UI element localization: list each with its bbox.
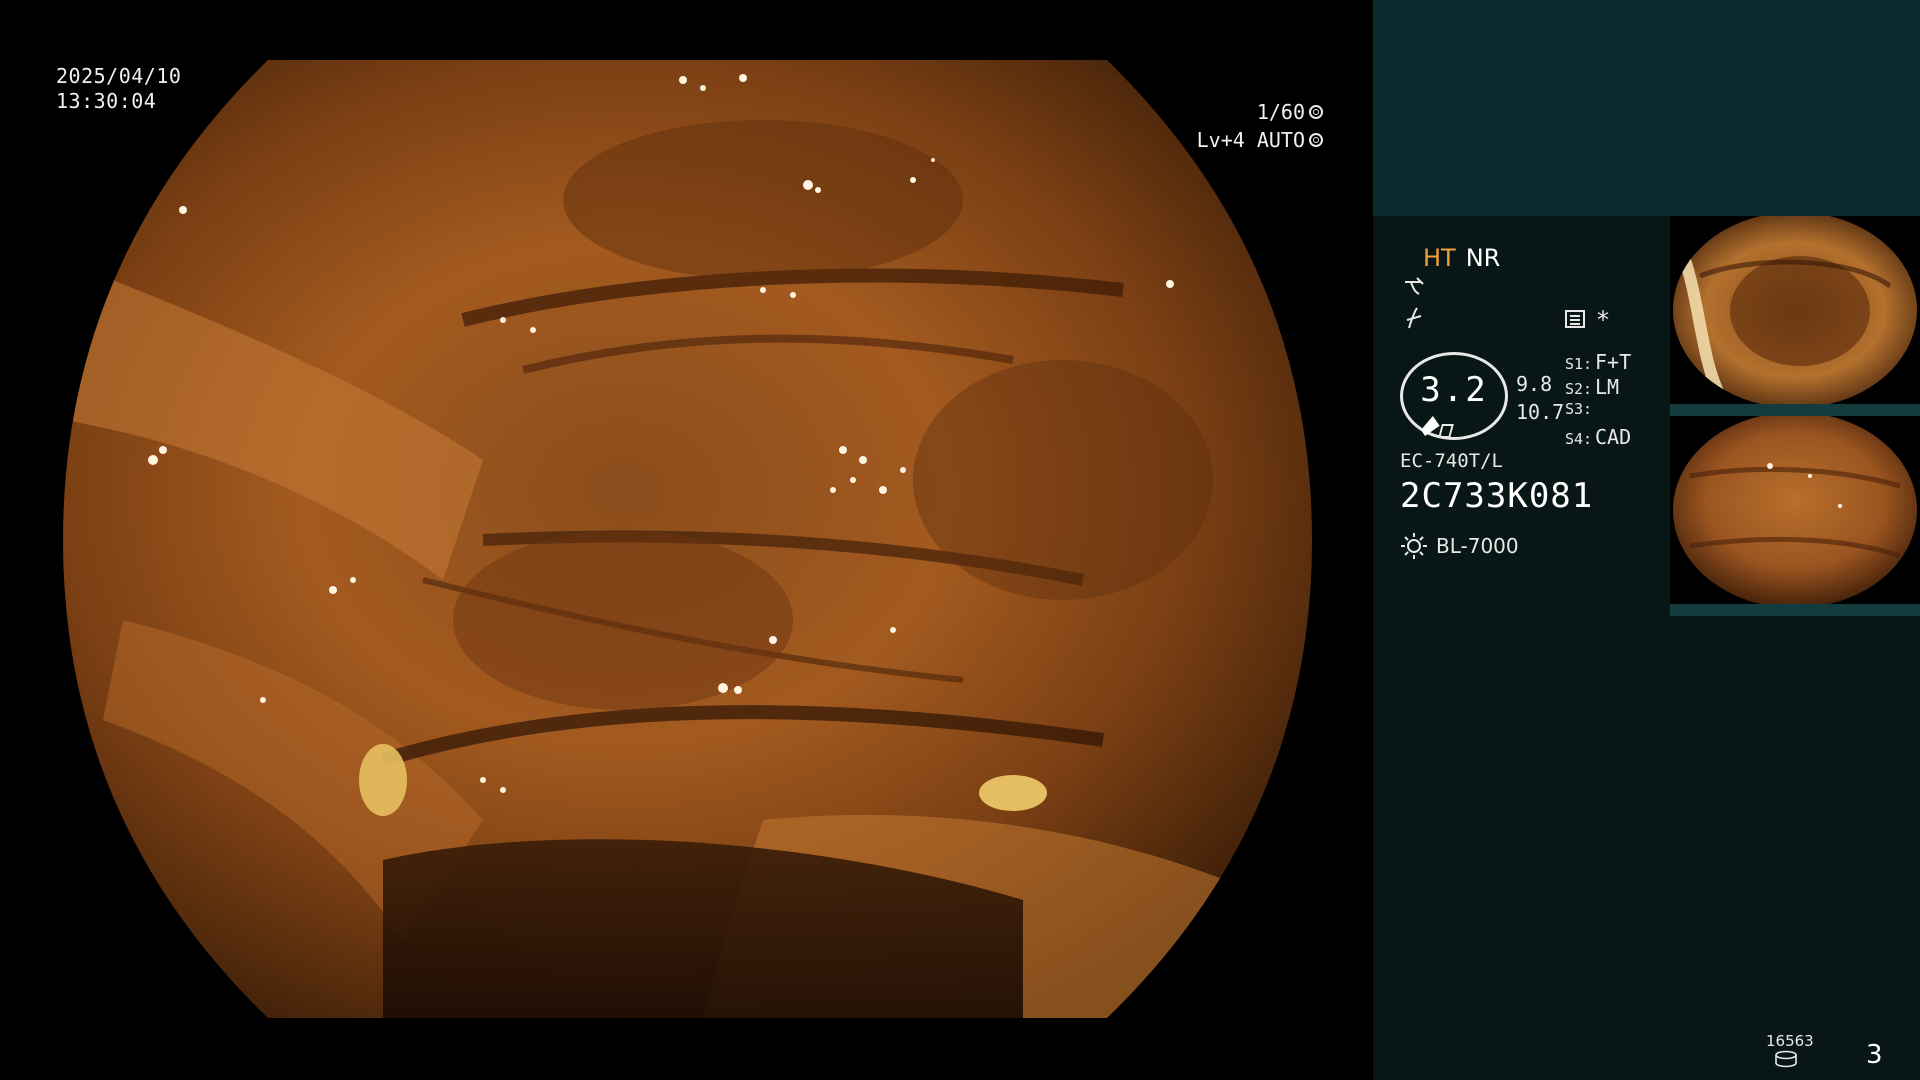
capture-date: 2025/04/10 xyxy=(56,64,182,88)
brightness-level: Lv+4 AUTO xyxy=(1196,128,1305,152)
scope-model: EC-740T/L xyxy=(1400,450,1503,472)
light-source-model: BL-7000 xyxy=(1436,534,1519,558)
switch-key: S4: xyxy=(1565,430,1593,448)
light-source-row: BL-7000 xyxy=(1400,532,1519,560)
switch-value: F+T xyxy=(1595,350,1632,374)
mode-indicators: HT NR xyxy=(1423,244,1500,272)
capture-time: 13:30:04 xyxy=(56,89,157,113)
shutter-mode-icon xyxy=(1309,105,1323,119)
switch-s4: S4: CAD xyxy=(1565,425,1631,449)
thumbnail-1-strip xyxy=(1670,404,1920,416)
switch-key: S1: xyxy=(1565,355,1593,373)
nr-indicator: NR xyxy=(1465,244,1501,272)
switch-s1: S1: F+T xyxy=(1565,350,1631,374)
panel-header-area xyxy=(1373,0,1920,216)
asterisk-indicator: * xyxy=(1597,306,1609,334)
zoom-side-value-bottom: 10.7 xyxy=(1516,400,1565,424)
zoom-side-value-top: 9.8 xyxy=(1516,372,1553,396)
enhancement-icon xyxy=(1403,276,1427,301)
switch-value: CAD xyxy=(1595,425,1632,449)
switch-key: S2: xyxy=(1565,380,1593,398)
capture-thumbnail-1[interactable] xyxy=(1670,216,1920,404)
brightness-readout: Lv+4 AUTO xyxy=(1197,128,1323,152)
shutter-speed: 1/60 xyxy=(1256,100,1305,124)
image-counter: 16563 xyxy=(1766,1032,1814,1050)
capture-thumbnail-2[interactable] xyxy=(1670,416,1920,604)
shutter-readout: 1/60 xyxy=(1257,100,1323,124)
storage-icon xyxy=(1774,1050,1798,1068)
thumbnail-2-strip xyxy=(1670,604,1920,616)
switch-s3: S3: xyxy=(1565,400,1595,418)
scope-serial-number: 2C733K081 xyxy=(1400,476,1594,516)
endoscopy-screen: 2025/04/10 13:30:04 1/60 Lv+4 AUTO HT NR… xyxy=(0,0,1920,1080)
page-number: 3 xyxy=(1866,1040,1883,1070)
switch-s2: S2: LM xyxy=(1565,375,1619,399)
zoom-value: 3.2 xyxy=(1420,370,1488,410)
sun-icon xyxy=(1400,532,1428,560)
endoscope-live-image xyxy=(63,60,1312,1018)
switch-key: S3: xyxy=(1565,400,1593,418)
colon-mucosa-image xyxy=(63,60,1312,1018)
endoscope-display: 2025/04/10 13:30:04 1/60 Lv+4 AUTO xyxy=(0,0,1373,1080)
function-icon xyxy=(1403,306,1427,335)
switch-value: LM xyxy=(1595,375,1620,399)
auto-mode-icon xyxy=(1309,133,1323,147)
menu-icon xyxy=(1565,310,1585,328)
ht-indicator: HT xyxy=(1423,244,1456,272)
